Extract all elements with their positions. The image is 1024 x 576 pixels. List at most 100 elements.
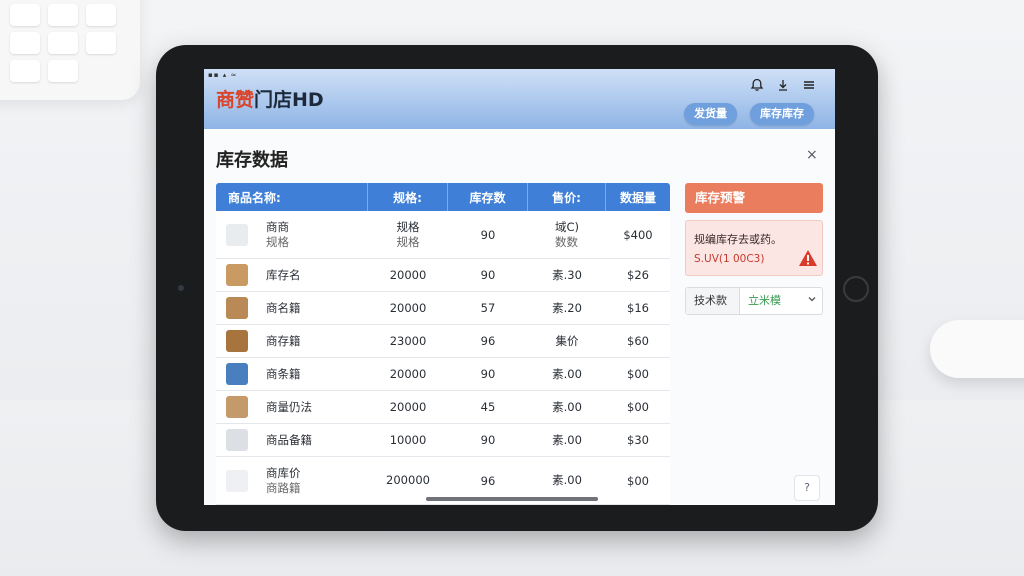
cell-stock: 90	[480, 227, 496, 242]
spec-value: 23000	[389, 333, 427, 348]
price-value: 域C)	[554, 219, 580, 234]
cell-stock: 90	[480, 367, 496, 381]
cell-spec: 10000	[368, 424, 448, 456]
spec-value: 规格	[396, 219, 420, 234]
header-stock[interactable]: 库存数	[448, 183, 528, 211]
product-thumbnail	[226, 429, 248, 451]
table-row[interactable]: 商量仍法 20000 45 素.00 $00	[216, 391, 670, 424]
help-button[interactable]: ?	[794, 475, 820, 501]
warning-icon	[799, 250, 817, 266]
product-thumbnail	[226, 297, 248, 319]
price-value: 素.30	[552, 267, 582, 282]
header-amount[interactable]: 数据量	[606, 183, 670, 211]
stock-warning-card[interactable]: 规编库存去或药。 S.UV(1 00C3)	[685, 220, 823, 276]
cell-name: 库存名	[216, 259, 368, 291]
bell-icon[interactable]	[748, 78, 766, 96]
cell-price: 集价	[528, 325, 606, 357]
download-icon[interactable]	[774, 78, 792, 96]
cell-stock: 90	[480, 268, 496, 282]
price-sub: 数数	[554, 234, 578, 249]
warning-code: S.UV(1 00C3)	[694, 253, 765, 265]
cell-amount: $00	[627, 473, 649, 488]
cell-price: 域C) 数数	[528, 211, 606, 258]
product-name: 商品备籍	[266, 432, 312, 447]
cell-price: 素.00	[528, 424, 606, 456]
product-thumbnail	[226, 396, 248, 418]
cell-amount: $00	[627, 400, 649, 414]
cell-stock: 57	[480, 301, 496, 315]
product-thumbnail	[226, 264, 248, 286]
spec-value: 20000	[389, 366, 427, 381]
cell-amount: $00	[627, 367, 649, 381]
price-value: 素.20	[552, 300, 582, 315]
camera	[178, 285, 184, 291]
spec-value: 10000	[389, 432, 427, 447]
product-name: 商存籍	[266, 333, 301, 348]
cell-spec: 20000	[368, 358, 448, 390]
product-name: 商量仍法	[266, 399, 312, 414]
spec-value: 20000	[389, 267, 427, 282]
inventory-table: 商品名称: 规格: 库存数 售价: 数据量 商商 规格 规格 规格 90 域C) 数数 $40…	[216, 183, 670, 505]
product-name: 商库价	[266, 465, 301, 480]
table-row[interactable]: 商存籍 23000 96 集价 $60	[216, 325, 670, 358]
screen: ▪▪ ▴ ≈ 商赞门店HD 发货量 库存库存 库存数据 × 商品名称: 规格:	[204, 69, 835, 505]
cell-amount: $16	[627, 301, 649, 315]
header-spec[interactable]: 规格:	[368, 183, 448, 211]
table-row[interactable]: 商品备籍 10000 90 素.00 $30	[216, 424, 670, 457]
spec-value: 20000	[389, 399, 427, 414]
cell-spec: 规格 规格	[368, 211, 448, 258]
table-row[interactable]: 商名籍 20000 57 素.20 $16	[216, 292, 670, 325]
cell-stock: 45	[480, 400, 496, 414]
inventory-button[interactable]: 库存库存	[750, 103, 814, 125]
price-value: 集价	[555, 333, 579, 348]
spec-sub: 规格	[396, 234, 420, 249]
cell-name: 商名籍	[216, 292, 368, 324]
product-thumbnail	[226, 223, 248, 246]
cell-price: 素.00	[528, 358, 606, 390]
cell-name: 商条籍	[216, 358, 368, 390]
price-value: 素.00	[552, 399, 582, 414]
table-body: 商商 规格 规格 规格 90 域C) 数数 $400 库存名 20000 90 素.30 $26 商名籍 2…	[216, 211, 670, 505]
app-brand: 商赞	[216, 89, 255, 111]
cell-price: 素.30	[528, 259, 606, 291]
cell-amount: $400	[623, 227, 653, 242]
chevron-down-icon	[802, 288, 822, 314]
home-button[interactable]	[843, 276, 869, 302]
horizontal-scrollbar[interactable]	[426, 497, 598, 501]
product-name-sub: 商路籍	[266, 480, 301, 495]
filter-label: 技术款	[686, 288, 740, 314]
product-name: 库存名	[266, 267, 301, 282]
product-thumbnail	[226, 330, 248, 352]
shipment-button[interactable]: 发货量	[684, 103, 737, 125]
product-name-sub: 规格	[266, 234, 289, 249]
cell-amount: $26	[627, 268, 649, 282]
cell-name: 商量仍法	[216, 391, 368, 423]
keyboard	[0, 0, 140, 100]
cell-price: 素.20	[528, 292, 606, 324]
category-filter[interactable]: 技术款 立米模	[685, 287, 823, 315]
app-header: ▪▪ ▴ ≈ 商赞门店HD 发货量 库存库存	[204, 69, 835, 129]
spec-value: 200000	[386, 473, 430, 487]
cell-price: 素.00	[528, 391, 606, 423]
product-name: 商商	[266, 219, 289, 234]
cell-stock: 96	[480, 334, 496, 348]
header-name[interactable]: 商品名称:	[216, 183, 368, 211]
table-row[interactable]: 商商 规格 规格 规格 90 域C) 数数 $400	[216, 211, 670, 259]
app-title-rest: 门店HD	[254, 89, 324, 111]
table-row[interactable]: 商条籍 20000 90 素.00 $00	[216, 358, 670, 391]
price-value: 素.00	[552, 366, 582, 381]
mouse	[930, 320, 1024, 378]
cell-amount: $60	[627, 334, 649, 348]
header-price[interactable]: 售价:	[528, 183, 606, 211]
cell-name: 商库价 商路籍	[216, 457, 368, 504]
cell-amount: $30	[627, 433, 649, 447]
cell-name: 商存籍	[216, 325, 368, 357]
product-name: 商名籍	[266, 300, 301, 315]
cell-stock: 90	[480, 433, 496, 447]
close-icon[interactable]: ×	[806, 147, 818, 163]
product-name: 商条籍	[266, 366, 301, 381]
product-thumbnail	[226, 363, 248, 385]
table-row[interactable]: 库存名 20000 90 素.30 $26	[216, 259, 670, 292]
status-bar: ▪▪ ▴ ≈	[208, 71, 238, 79]
menu-icon[interactable]	[800, 78, 818, 96]
